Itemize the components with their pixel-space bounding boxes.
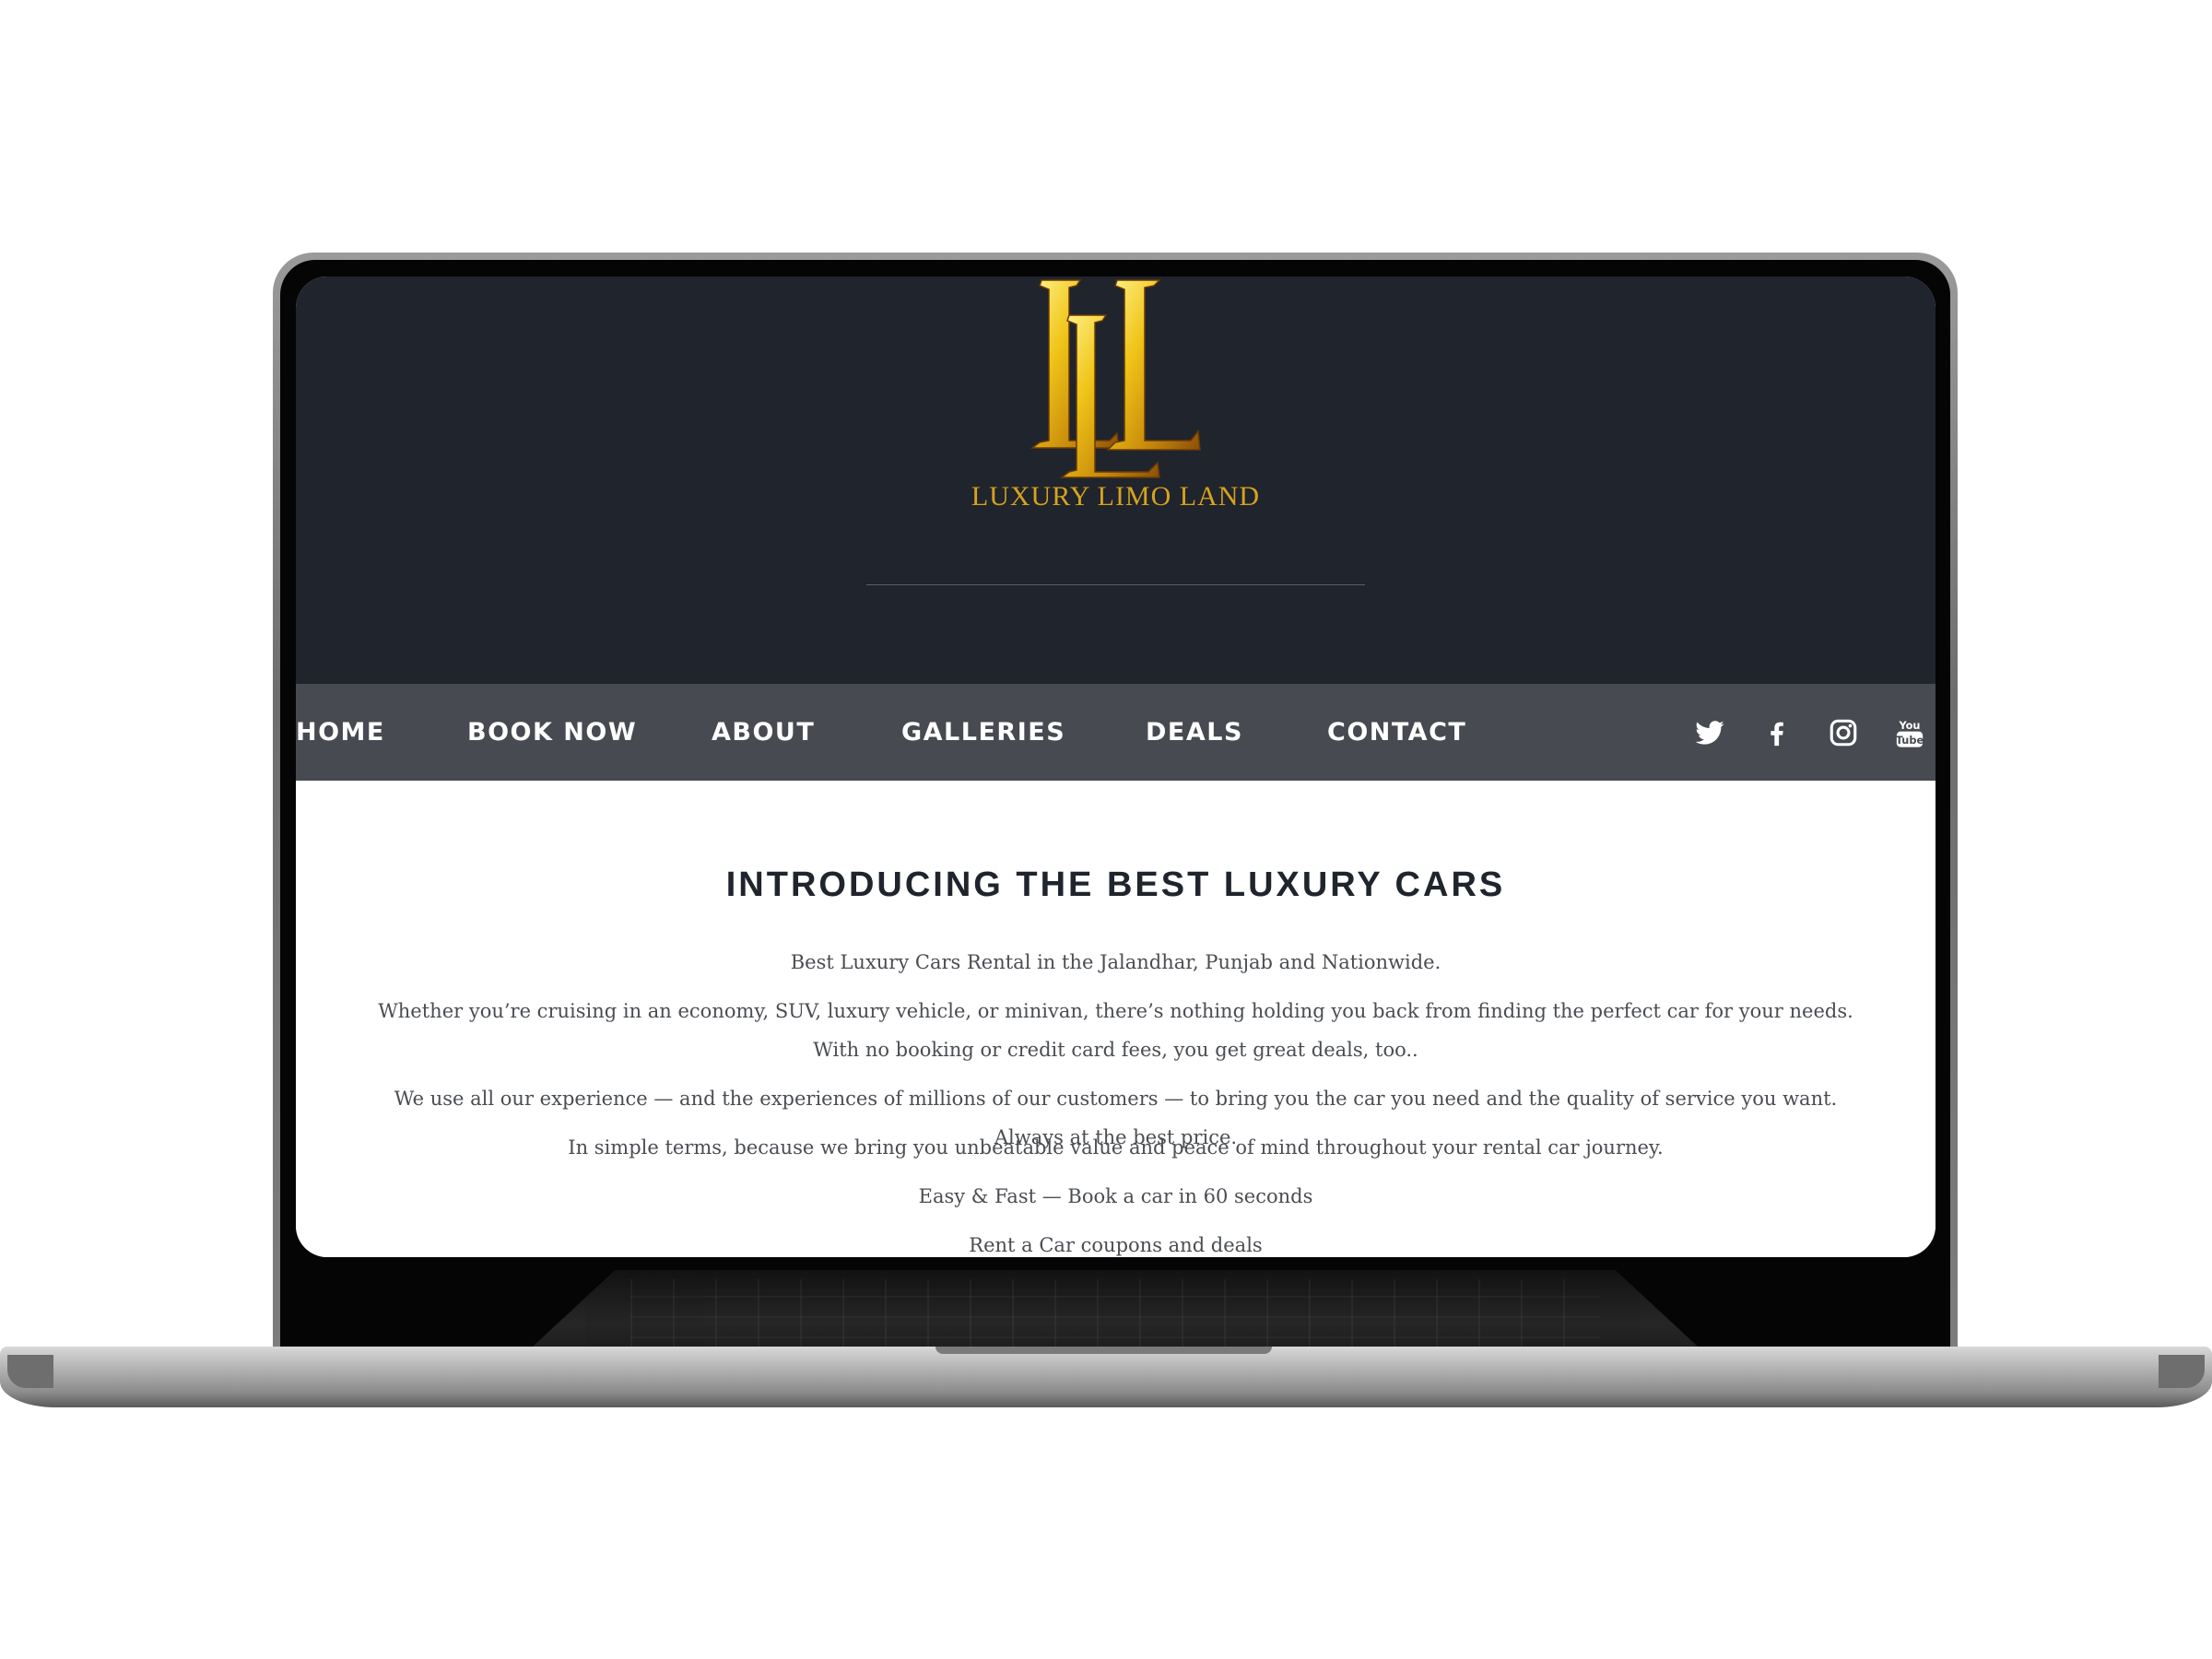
facebook-icon[interactable] — [1761, 717, 1793, 748]
nav-item-book-now[interactable]: BOOK NOW — [467, 684, 637, 781]
nav-item-deals[interactable]: DEALS — [1146, 684, 1243, 781]
page-title: INTRODUCING THE BEST LUXURY CARS — [725, 865, 1506, 904]
nav-item-about[interactable]: ABOUT — [712, 684, 815, 781]
twitter-icon[interactable] — [1694, 717, 1725, 748]
youtube-icon[interactable]: You Tube — [1894, 717, 1925, 748]
intro-paragraph-4: In simple terms, because we bring you un… — [568, 1136, 1664, 1159]
main-nav: HOME BOOK NOW ABOUT GALLERIES DEALS CONT… — [296, 684, 1936, 781]
nav-item-contact[interactable]: CONTACT — [1327, 684, 1466, 781]
keyboard-reflection — [520, 1270, 1711, 1359]
laptop-base — [0, 1347, 2212, 1407]
main-content: INTRODUCING THE BEST LUXURY CARS Best Lu… — [296, 781, 1936, 1257]
site-header: LUXURY LIMO LAND — [296, 276, 1936, 684]
svg-text:You: You — [1898, 719, 1920, 732]
laptop-screen: LUXURY LIMO LAND HOME BOOK NOW ABOUT GAL… — [296, 276, 1936, 1257]
intro-paragraph-5: Easy & Fast — Book a car in 60 seconds — [918, 1185, 1313, 1207]
laptop-base-notch — [935, 1347, 1272, 1354]
laptop-base-left-edge — [7, 1355, 53, 1388]
svg-text:Tube: Tube — [1896, 734, 1924, 747]
intro-paragraph-2: Whether you’re cruising in an economy, S… — [378, 1000, 1853, 1061]
intro-paragraph-6: Rent a Car coupons and deals — [969, 1234, 1263, 1256]
intro-paragraph-1: Best Luxury Cars Rental in the Jalandhar… — [790, 951, 1441, 973]
nav-item-galleries[interactable]: GALLERIES — [901, 684, 1065, 781]
brand-name: LUXURY LIMO LAND — [971, 481, 1261, 512]
instagram-icon[interactable] — [1828, 717, 1859, 748]
logo-monogram-icon[interactable] — [1029, 278, 1204, 481]
nav-item-home[interactable]: HOME — [296, 684, 385, 781]
header-divider — [866, 584, 1365, 585]
laptop-base-right-edge — [2159, 1355, 2205, 1388]
